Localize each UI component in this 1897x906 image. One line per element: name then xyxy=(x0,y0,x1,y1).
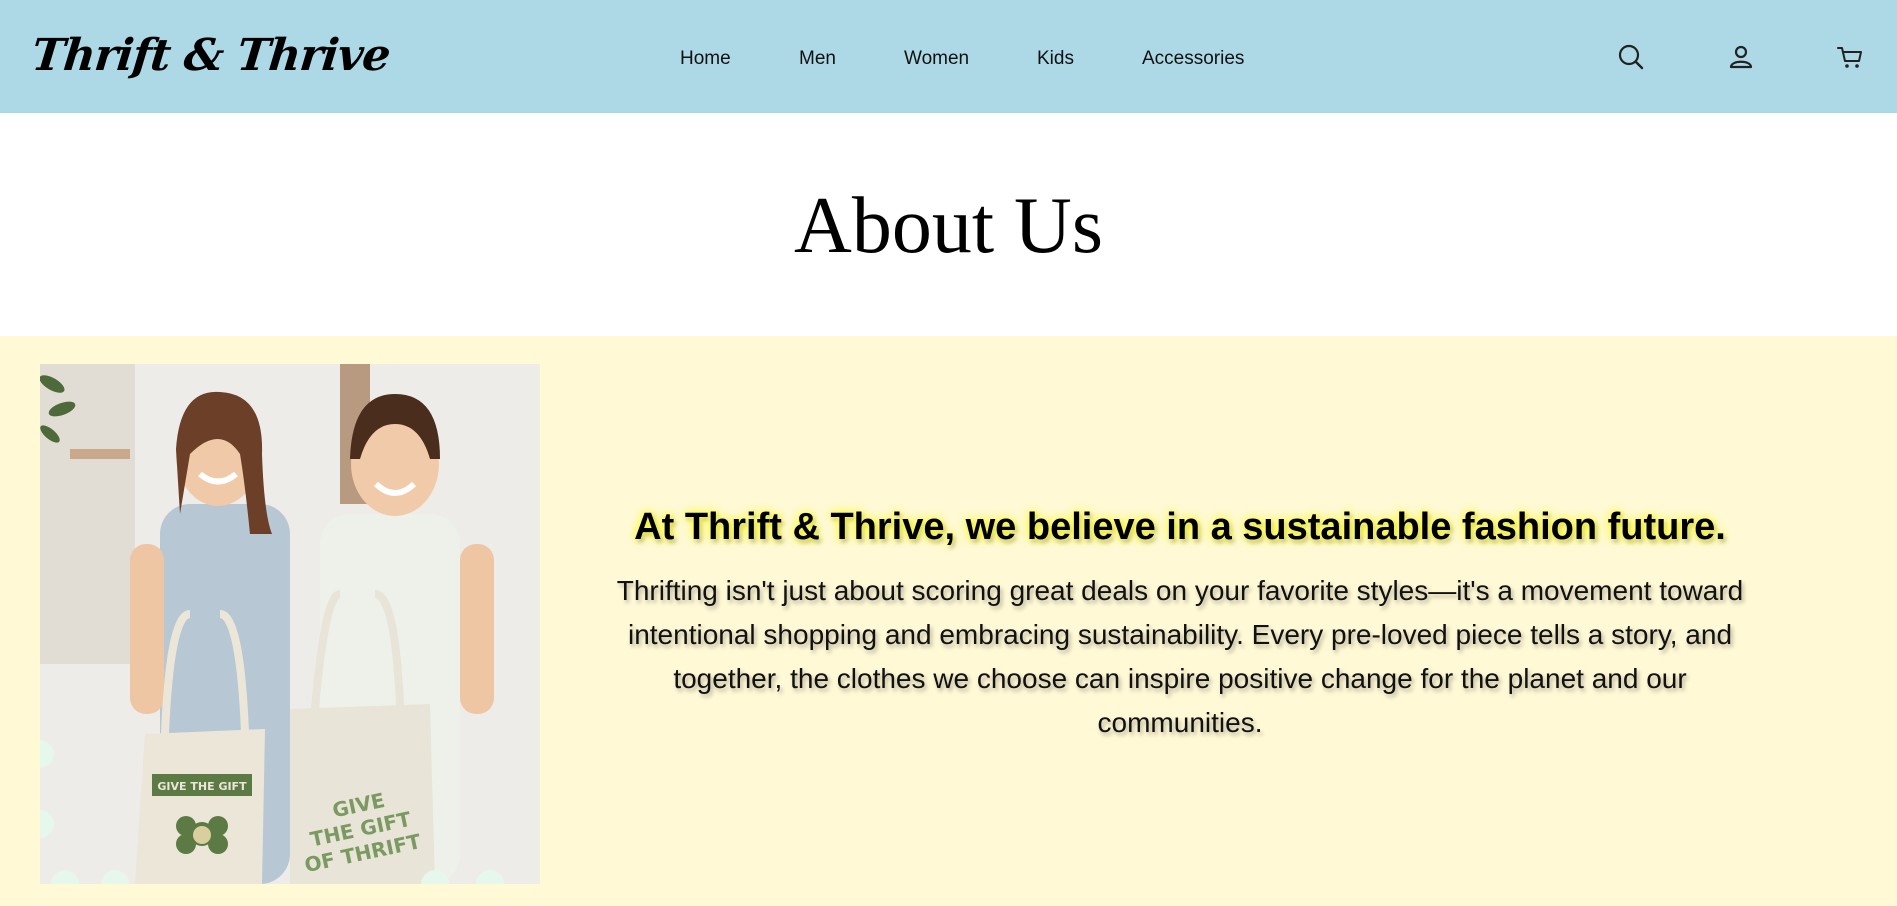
about-section: GIVE THE GIFT GIVE THE GIFT OF THRIFT At… xyxy=(0,336,1897,906)
page-title: About Us xyxy=(794,182,1103,270)
page-title-section: About Us xyxy=(0,113,1897,336)
nav-home[interactable]: Home xyxy=(680,46,731,72)
about-text-block: At Thrift & Thrive, we believe in a sust… xyxy=(585,501,1775,745)
account-button[interactable] xyxy=(1726,42,1756,72)
nav-accessories[interactable]: Accessories xyxy=(1142,46,1244,72)
about-photo: GIVE THE GIFT GIVE THE GIFT OF THRIFT xyxy=(40,364,540,884)
cart-icon xyxy=(1837,47,1862,68)
search-button[interactable] xyxy=(1616,42,1646,72)
cart-button[interactable] xyxy=(1835,42,1865,72)
site-header: Thrift & Thrive Home Men Women Kids Acce… xyxy=(0,0,1897,113)
nav-women[interactable]: Women xyxy=(904,46,969,72)
nav-men[interactable]: Men xyxy=(799,46,836,72)
about-body: Thrifting isn't just about scoring great… xyxy=(616,575,1744,738)
nav-kids[interactable]: Kids xyxy=(1037,46,1074,72)
thrift-models-illustration: GIVE THE GIFT GIVE THE GIFT OF THRIFT xyxy=(40,364,540,884)
about-heading: At Thrift & Thrive, we believe in a sust… xyxy=(634,506,1726,548)
user-icon xyxy=(1729,45,1753,69)
main-nav: Home Men Women Kids Accessories xyxy=(0,46,1897,72)
svg-text:GIVE THE GIFT: GIVE THE GIFT xyxy=(157,780,247,793)
search-icon xyxy=(1618,44,1644,70)
